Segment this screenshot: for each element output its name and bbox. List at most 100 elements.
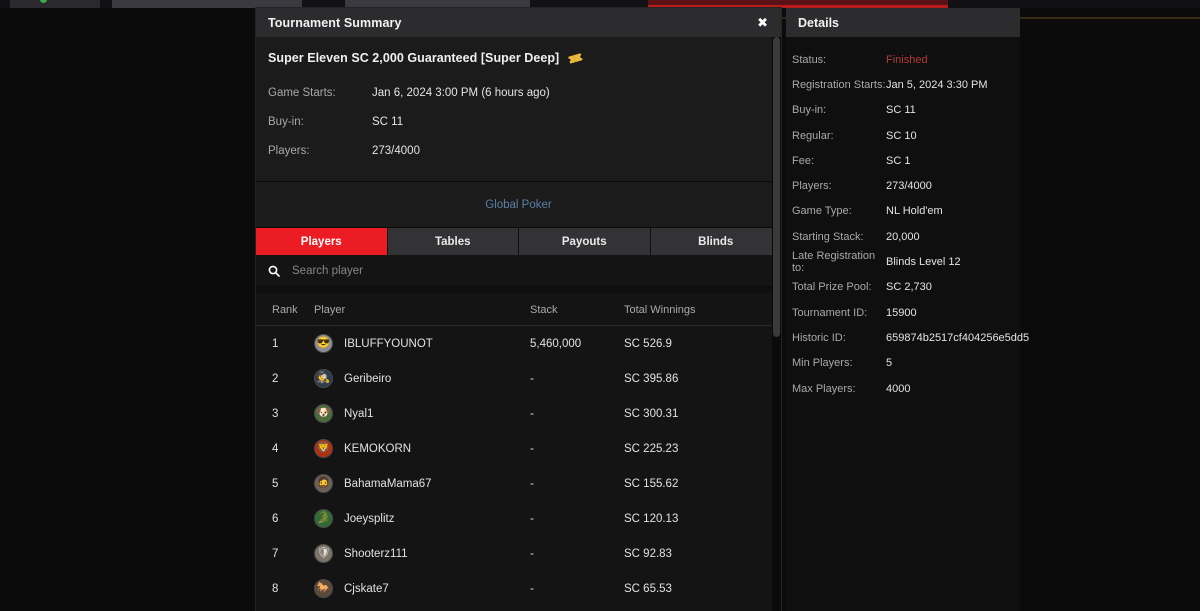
details-key: Max Players:: [792, 382, 856, 395]
search-icon: [268, 265, 280, 277]
summary-value: Jan 6, 2024 3:00 PM (6 hours ago): [372, 86, 550, 99]
cell-total-winnings: SC 526.9: [624, 337, 672, 350]
summary-value: 273/4000: [372, 144, 420, 157]
tab-tables[interactable]: Tables: [388, 228, 519, 255]
cell-player: 🐊 Joeysplitz: [314, 501, 530, 536]
column-header-stack: Stack: [530, 293, 624, 326]
tab-players[interactable]: Players: [256, 228, 388, 255]
tab-blinds[interactable]: Blinds: [651, 228, 782, 255]
details-row: Status: Finished: [786, 47, 1020, 72]
player-name: Shooterz111: [344, 547, 408, 560]
summary-row-game-starts: Game Starts: Jan 6, 2024 3:00 PM (6 hour…: [256, 78, 781, 107]
status-badge: Finished: [886, 53, 928, 66]
column-header-winnings: Total Winnings: [624, 293, 781, 326]
global-poker-link[interactable]: Global Poker: [485, 199, 551, 211]
summary-row-players: Players: 273/4000: [256, 136, 781, 165]
browser-tab-strip: [0, 0, 1200, 8]
player-name: Geribeiro: [344, 372, 392, 385]
cell-total-winnings: SC 225.23: [624, 442, 679, 455]
details-value: SC 11: [886, 104, 916, 117]
details-row: Total Prize Pool: SC 2,730: [786, 275, 1020, 300]
tournament-summary-card: Super Eleven SC 2,000 Guaranteed [Super …: [256, 37, 781, 182]
browser-tab-3[interactable]: [345, 0, 530, 8]
details-key: Total Prize Pool:: [792, 281, 872, 294]
players-table: Rank Player Stack Total Winnings 1 😎 IBLUF…: [256, 293, 781, 611]
table-row[interactable]: 2 🕵 Geribeiro - SC 395.86: [256, 361, 781, 396]
browser-tab-2[interactable]: [112, 0, 302, 8]
close-icon[interactable]: ✖: [754, 14, 771, 31]
details-row: Starting Stack: 20,000: [786, 224, 1020, 249]
page-title: Tournament Summary: [268, 15, 402, 30]
cell-rank: 5: [272, 477, 279, 490]
cell-stack: 5,460,000: [530, 337, 582, 350]
cell-player: 🐎 Cjskate7: [314, 571, 530, 606]
browser-tab-1[interactable]: [10, 0, 100, 8]
details-value: 273/4000: [886, 180, 932, 193]
modal-scrollbar-thumb[interactable]: [773, 37, 780, 337]
cell-player: 🦁 KEMOKORN: [314, 431, 530, 466]
details-row: Registration Starts: Jan 5, 2024 3:30 PM: [786, 72, 1020, 97]
players-table-body: 1 😎 IBLUFFYOUNOT 5,460,000 SC 526.9 2 🕵 Geribei…: [256, 326, 781, 611]
column-header-rank: Rank: [256, 293, 314, 326]
summary-row-buy-in: Buy-in: SC 11: [256, 107, 781, 136]
details-key: Historic ID:: [792, 331, 846, 344]
tab-bar: Players Tables Payouts Blinds: [256, 228, 781, 255]
modal-body: Super Eleven SC 2,000 Guaranteed [Super …: [256, 37, 781, 611]
table-row[interactable]: 8 🐎 Cjskate7 - SC 65.53: [256, 571, 781, 606]
cell-player: 🧔 BahamaMama67: [314, 466, 530, 501]
cell-stack: -: [530, 407, 534, 420]
cell-stack: -: [530, 547, 534, 560]
cell-rank: 1: [272, 337, 279, 350]
player-name: BahamaMama67: [344, 477, 432, 490]
details-row: Players: 273/4000: [786, 173, 1020, 198]
details-key: Buy-in:: [792, 104, 827, 117]
search-input[interactable]: [292, 264, 781, 277]
details-title: Details: [798, 15, 839, 30]
details-key: Tournament ID:: [792, 306, 868, 319]
player-name: Nyal1: [344, 407, 374, 420]
details-value: SC 1: [886, 154, 911, 167]
cell-total-winnings: SC 92.83: [624, 547, 672, 560]
cell-stack: -: [530, 372, 534, 385]
tab-payouts[interactable]: Payouts: [519, 228, 651, 255]
player-name: KEMOKORN: [344, 442, 412, 455]
cell-total-winnings: SC 300.31: [624, 407, 679, 420]
cell-rank: 6: [272, 512, 279, 525]
details-key: Starting Stack:: [792, 230, 864, 243]
details-row: Tournament ID: 15900: [786, 300, 1020, 325]
cell-player: 🕵 Geribeiro: [314, 361, 530, 396]
details-key: Late Registration to:: [792, 250, 876, 275]
cell-player: 🎩Dyson1769: [314, 606, 530, 611]
modal-scrollbar[interactable]: [772, 37, 781, 611]
avatar: 🐶: [314, 404, 333, 423]
summary-value: SC 11: [372, 115, 404, 128]
details-key: Regular:: [792, 129, 834, 142]
details-value: 20,000: [886, 230, 920, 243]
table-row[interactable]: 7 🛡 Shooterz111 - SC 92.83: [256, 536, 781, 571]
details-row: Late Registration to: Blinds Level 12: [786, 249, 1020, 274]
details-rows: Status: Finished Registration Starts: Jan 5…: [786, 37, 1029, 401]
player-name: Joeysplitz: [344, 512, 395, 525]
table-row[interactable]: 3 🐶 Nyal1 - SC 300.31: [256, 396, 781, 431]
players-table-head: Rank Player Stack Total Winnings: [256, 293, 781, 326]
details-row: Regular: SC 10: [786, 123, 1020, 148]
table-row[interactable]: 6 🐊 Joeysplitz - SC 120.13: [256, 501, 781, 536]
details-row: Historic ID: 659874b2517cf404256e5dd5: [786, 325, 1029, 350]
search-bar: [256, 255, 781, 287]
avatar: 🕵: [314, 369, 333, 388]
table-row[interactable]: 9🎩Dyson1769-SC 49.15: [256, 606, 781, 611]
players-table-container: Rank Player Stack Total Winnings 1 😎 IBLUF…: [256, 293, 781, 611]
details-key: Fee:: [792, 154, 815, 167]
details-value: 659874b2517cf404256e5dd5: [886, 331, 1030, 344]
table-row[interactable]: 4 🦁 KEMOKORN - SC 225.23: [256, 431, 781, 466]
table-row[interactable]: 1 😎 IBLUFFYOUNOT 5,460,000 SC 526.9: [256, 326, 781, 362]
player-name: Cjskate7: [344, 582, 389, 595]
cell-total-winnings: SC 65.53: [624, 582, 672, 595]
summary-rows: Game Starts: Jan 6, 2024 3:00 PM (6 hour…: [256, 78, 781, 165]
avatar: 😎: [314, 334, 333, 353]
cell-total-winnings: SC 120.13: [624, 512, 679, 525]
table-row[interactable]: 5 🧔 BahamaMama67 - SC 155.62: [256, 466, 781, 501]
cell-rank: 8: [272, 582, 279, 595]
avatar: 🐎: [314, 579, 333, 598]
details-row: Max Players: 4000: [786, 376, 1020, 401]
